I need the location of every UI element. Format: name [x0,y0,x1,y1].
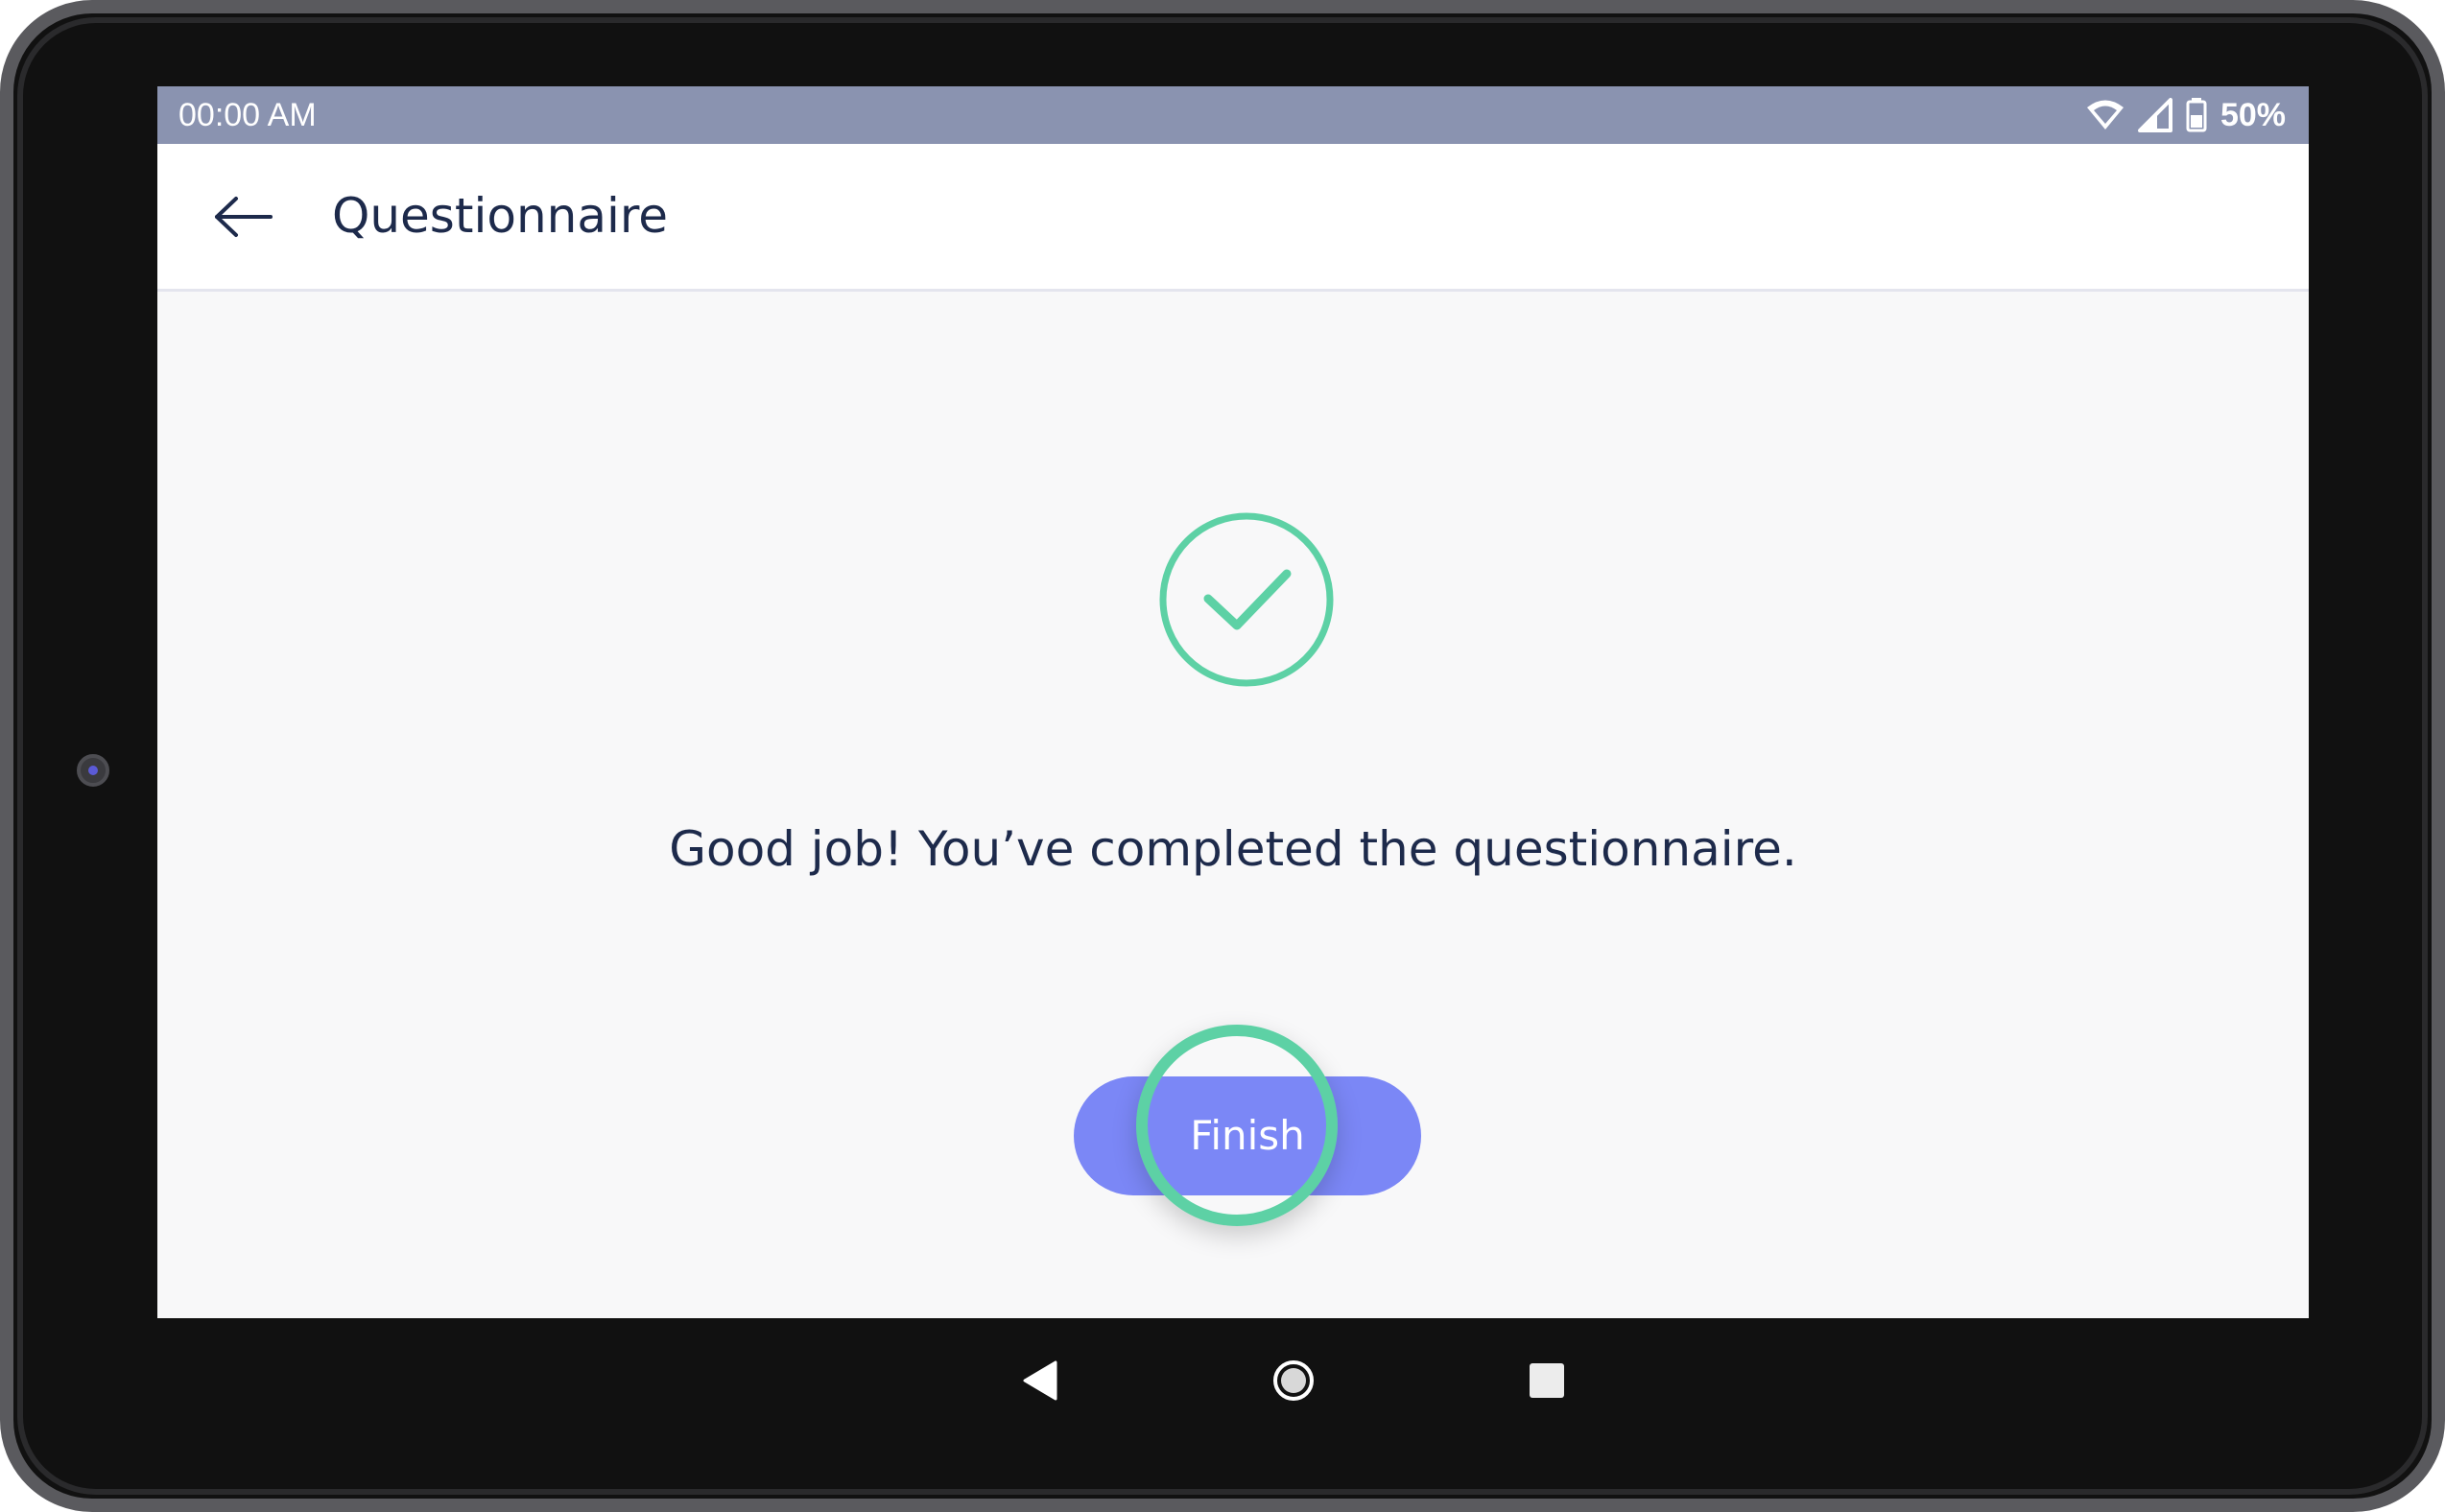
completion-panel: Good job! You’ve completed the questionn… [157,292,2309,1303]
nav-back-button[interactable] [992,1318,1088,1447]
check-circle-icon [1157,510,1336,689]
back-triangle-icon [1021,1360,1059,1405]
home-circle-icon [1272,1359,1315,1406]
wifi-icon [2086,99,2125,131]
tablet-frame: 00:00 AM 50% Questionnaire Good job! You… [0,0,2445,1512]
device-screen: 00:00 AM 50% Questionnaire Good job! You… [157,86,2309,1447]
status-time: 00:00 AM [178,97,317,133]
battery-percent: 50% [2219,96,2286,133]
nav-home-button[interactable] [1246,1318,1341,1447]
app-bar: Questionnaire [157,144,2309,292]
status-icons: 50% [2086,86,2286,144]
page-title: Questionnaire [332,188,669,244]
back-button[interactable] [205,180,282,257]
arrow-left-icon [213,196,274,242]
front-camera [77,754,109,787]
system-nav-bar [157,1318,2309,1447]
completion-message: Good job! You’ve completed the questionn… [669,821,1797,877]
cell-signal-icon [2137,98,2172,132]
status-bar: 00:00 AM 50% [157,86,2309,144]
nav-recents-button[interactable] [1499,1318,1595,1447]
finish-button-label: Finish [1190,1112,1305,1159]
recents-square-icon [1528,1361,1566,1404]
finish-button[interactable]: Finish [1074,1076,1421,1195]
battery-icon [2186,98,2207,132]
